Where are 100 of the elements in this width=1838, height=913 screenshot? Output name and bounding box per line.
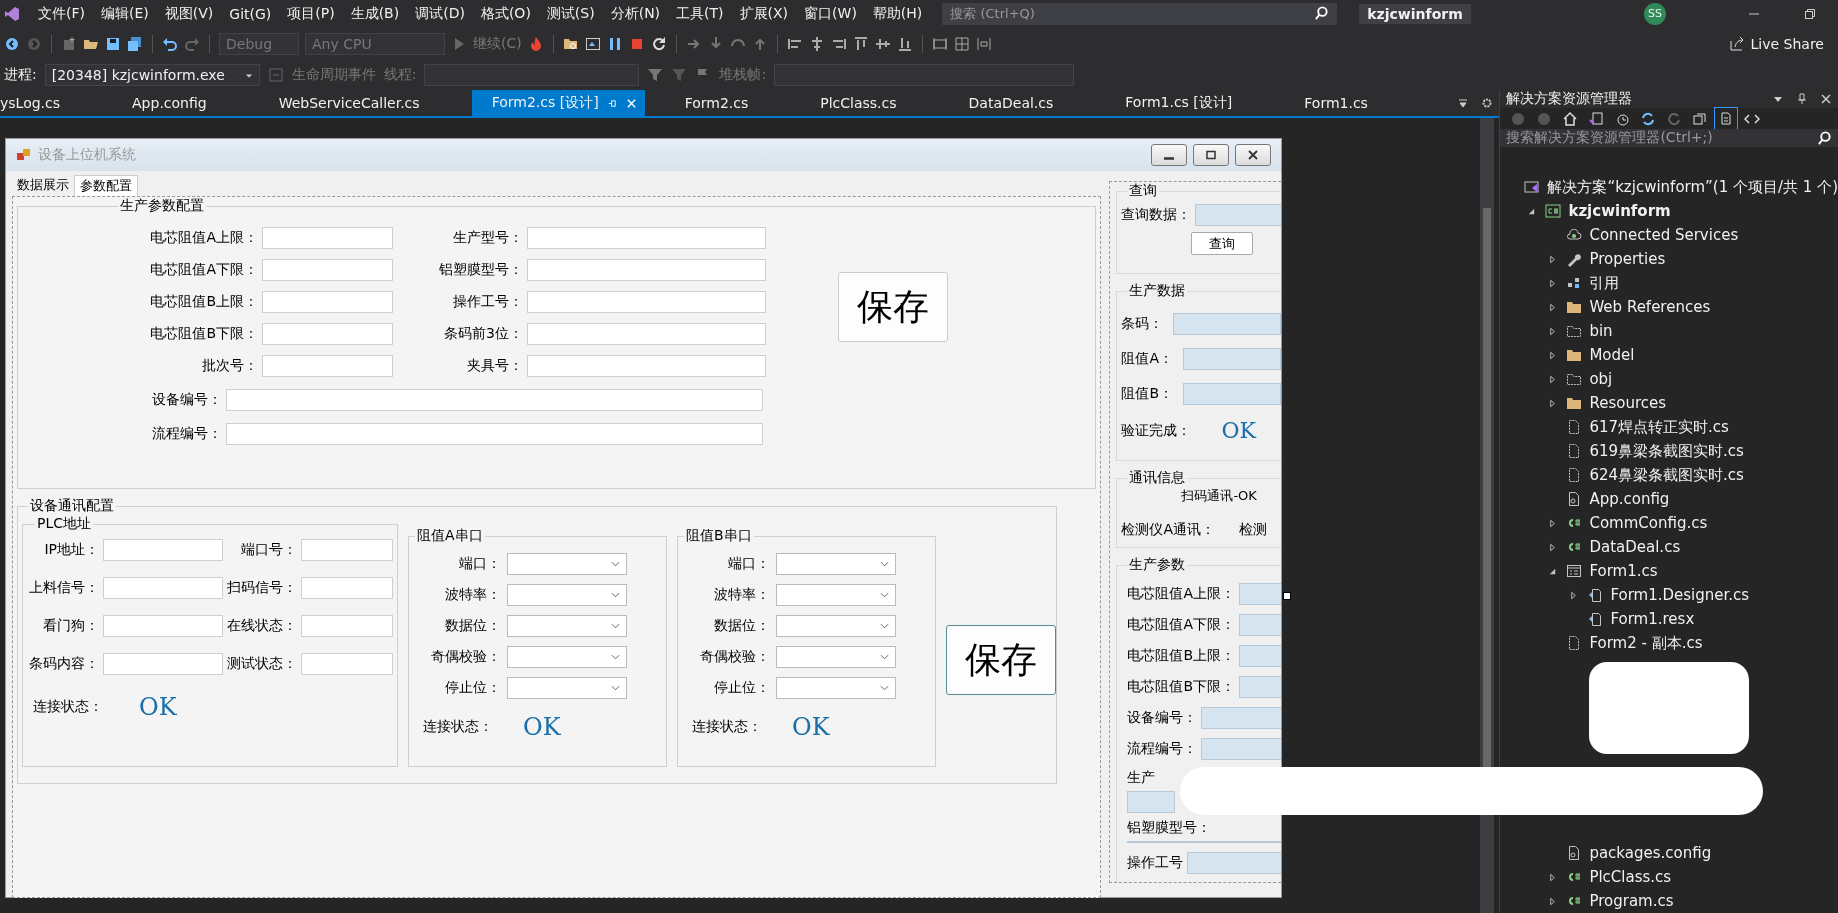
collapsed-arrow-icon[interactable] xyxy=(1569,590,1579,600)
query-button[interactable]: 查询 xyxy=(1191,232,1254,255)
pin-icon[interactable] xyxy=(1796,93,1808,106)
tree-item[interactable]: Resources xyxy=(1589,394,1666,412)
tree-item[interactable]: Form1.resx xyxy=(1610,610,1695,628)
save-all-icon[interactable] xyxy=(127,35,143,52)
dropdown-field[interactable] xyxy=(507,646,627,668)
menu-item[interactable]: 测试(S) xyxy=(538,4,603,23)
text-field[interactable] xyxy=(1182,348,1281,370)
collapsed-arrow-icon[interactable] xyxy=(1548,302,1558,312)
close-icon[interactable] xyxy=(1820,93,1832,106)
text-field[interactable] xyxy=(103,539,223,561)
document-tab[interactable]: ysLog.cs xyxy=(0,90,113,116)
tree-item[interactable]: Form1.Designer.cs xyxy=(1610,586,1750,604)
menu-item[interactable]: 生成(B) xyxy=(342,4,408,23)
restart-icon[interactable] xyxy=(650,35,667,52)
menu-item[interactable]: 工具(T) xyxy=(668,4,732,23)
tree-item[interactable]: App.config xyxy=(1589,490,1670,508)
text-field[interactable] xyxy=(1127,791,1176,813)
text-field[interactable] xyxy=(301,539,393,561)
menu-item[interactable]: 调试(D) xyxy=(407,4,473,23)
menu-item[interactable]: 帮助(H) xyxy=(864,4,931,23)
collapsed-arrow-icon[interactable] xyxy=(1548,872,1558,882)
search-field[interactable]: 搜索解决方案资源管理器(Ctrl+;) xyxy=(1500,129,1838,147)
minimize-button[interactable] xyxy=(1151,144,1187,166)
collapsed-arrow-icon[interactable] xyxy=(1548,398,1558,408)
text-field[interactable] xyxy=(262,323,393,345)
text-field[interactable] xyxy=(1195,204,1281,226)
text-field[interactable] xyxy=(103,653,223,675)
restore-icon[interactable] xyxy=(1804,7,1816,20)
tree-item[interactable]: Connected Services xyxy=(1589,226,1739,244)
menu-item[interactable]: Git(G) xyxy=(221,5,280,22)
new-item-icon[interactable] xyxy=(61,35,77,52)
close-button[interactable] xyxy=(1235,144,1271,166)
settings-icon[interactable] xyxy=(1481,97,1494,109)
tree-item[interactable]: 617焊点转正实时.cs xyxy=(1589,418,1729,436)
dropdown-field[interactable] xyxy=(776,584,896,606)
text-field[interactable] xyxy=(1173,313,1281,335)
spacing-icon[interactable] xyxy=(975,35,992,52)
form-tab[interactable]: 参数配置 xyxy=(74,175,138,196)
tree-item[interactable]: bin xyxy=(1589,322,1613,340)
text-field[interactable] xyxy=(262,355,393,377)
text-field[interactable] xyxy=(301,615,393,637)
text-field[interactable] xyxy=(301,577,393,599)
collapsed-arrow-icon[interactable] xyxy=(1548,254,1558,264)
tree-item[interactable]: Form1.cs xyxy=(1589,562,1658,580)
dropdown-field[interactable] xyxy=(507,677,627,699)
home-icon[interactable] xyxy=(1562,110,1579,127)
menu-item[interactable]: 文件(F) xyxy=(30,4,93,23)
tree-item[interactable]: 624鼻梁条截图实时.cs xyxy=(1589,466,1744,484)
sync-icon[interactable] xyxy=(1640,110,1657,127)
menu-item[interactable]: 编辑(E) xyxy=(93,4,157,23)
tree-item[interactable]: CommConfig.cs xyxy=(1589,514,1708,532)
dropdown-field[interactable] xyxy=(776,646,896,668)
live-share-button[interactable]: Live Share xyxy=(1750,35,1824,52)
tree-item[interactable]: Form2 - 副本.cs xyxy=(1589,634,1703,652)
expanded-arrow-icon[interactable] xyxy=(1548,566,1558,576)
document-tab[interactable]: Form2.cs [设计] xyxy=(471,90,645,116)
dropdown-field[interactable] xyxy=(507,615,627,637)
document-tab[interactable]: Form2.cs xyxy=(664,90,801,116)
tree-item[interactable]: 引用 xyxy=(1589,274,1620,292)
text-field[interactable] xyxy=(103,577,223,599)
collapsed-arrow-icon[interactable] xyxy=(1548,326,1558,336)
filter-clear-icon[interactable] xyxy=(671,67,688,83)
collapsed-arrow-icon[interactable] xyxy=(1548,278,1558,288)
text-field[interactable] xyxy=(262,259,393,281)
redo-icon[interactable] xyxy=(184,35,200,52)
save-icon[interactable] xyxy=(105,35,121,52)
forward-icon[interactable] xyxy=(26,35,42,52)
tree-item[interactable]: DataDeal.cs xyxy=(1589,538,1681,556)
scrollbar[interactable] xyxy=(1480,118,1495,913)
text-field[interactable] xyxy=(1183,383,1281,405)
menu-item[interactable]: 视图(V) xyxy=(156,4,222,23)
tree-item[interactable]: 解决方案“kzjcwinform”(1 个项目/共 1 个) xyxy=(1547,178,1838,196)
text-field[interactable] xyxy=(103,615,223,637)
tree-item[interactable]: packages.config xyxy=(1589,844,1712,862)
collapse-all-icon[interactable] xyxy=(1692,110,1709,127)
menu-item[interactable]: 项目(P) xyxy=(279,4,343,23)
document-tab[interactable]: Form1.cs xyxy=(1284,90,1420,116)
tree-item[interactable]: Web References xyxy=(1589,298,1711,316)
tree-item[interactable]: 619鼻梁条截图实时.cs xyxy=(1589,442,1744,460)
save-button[interactable]: 保存 xyxy=(946,625,1056,695)
collapsed-arrow-icon[interactable] xyxy=(1548,896,1558,906)
tree-item[interactable]: Properties xyxy=(1589,250,1666,268)
text-field[interactable] xyxy=(301,653,393,675)
dropdown-field[interactable] xyxy=(507,584,627,606)
pin-icon[interactable] xyxy=(606,97,618,109)
collapsed-arrow-icon[interactable] xyxy=(1548,374,1558,384)
live-share-icon[interactable] xyxy=(1728,35,1745,52)
collapsed-arrow-icon[interactable] xyxy=(1548,518,1558,528)
process-dropdown[interactable]: [20348] kzjcwinform.exe xyxy=(44,64,260,86)
align-top-icon[interactable] xyxy=(852,35,869,52)
back-icon[interactable] xyxy=(4,35,20,52)
dropdown-field[interactable] xyxy=(507,553,627,575)
collapsed-arrow-icon[interactable] xyxy=(1548,542,1558,552)
dropdown-field[interactable] xyxy=(776,677,896,699)
menu-item[interactable]: 扩展(X) xyxy=(731,4,797,23)
switch-view-icon[interactable] xyxy=(1588,110,1605,127)
tree-item[interactable]: PlcClass.cs xyxy=(1589,868,1672,886)
text-field[interactable] xyxy=(527,259,766,281)
